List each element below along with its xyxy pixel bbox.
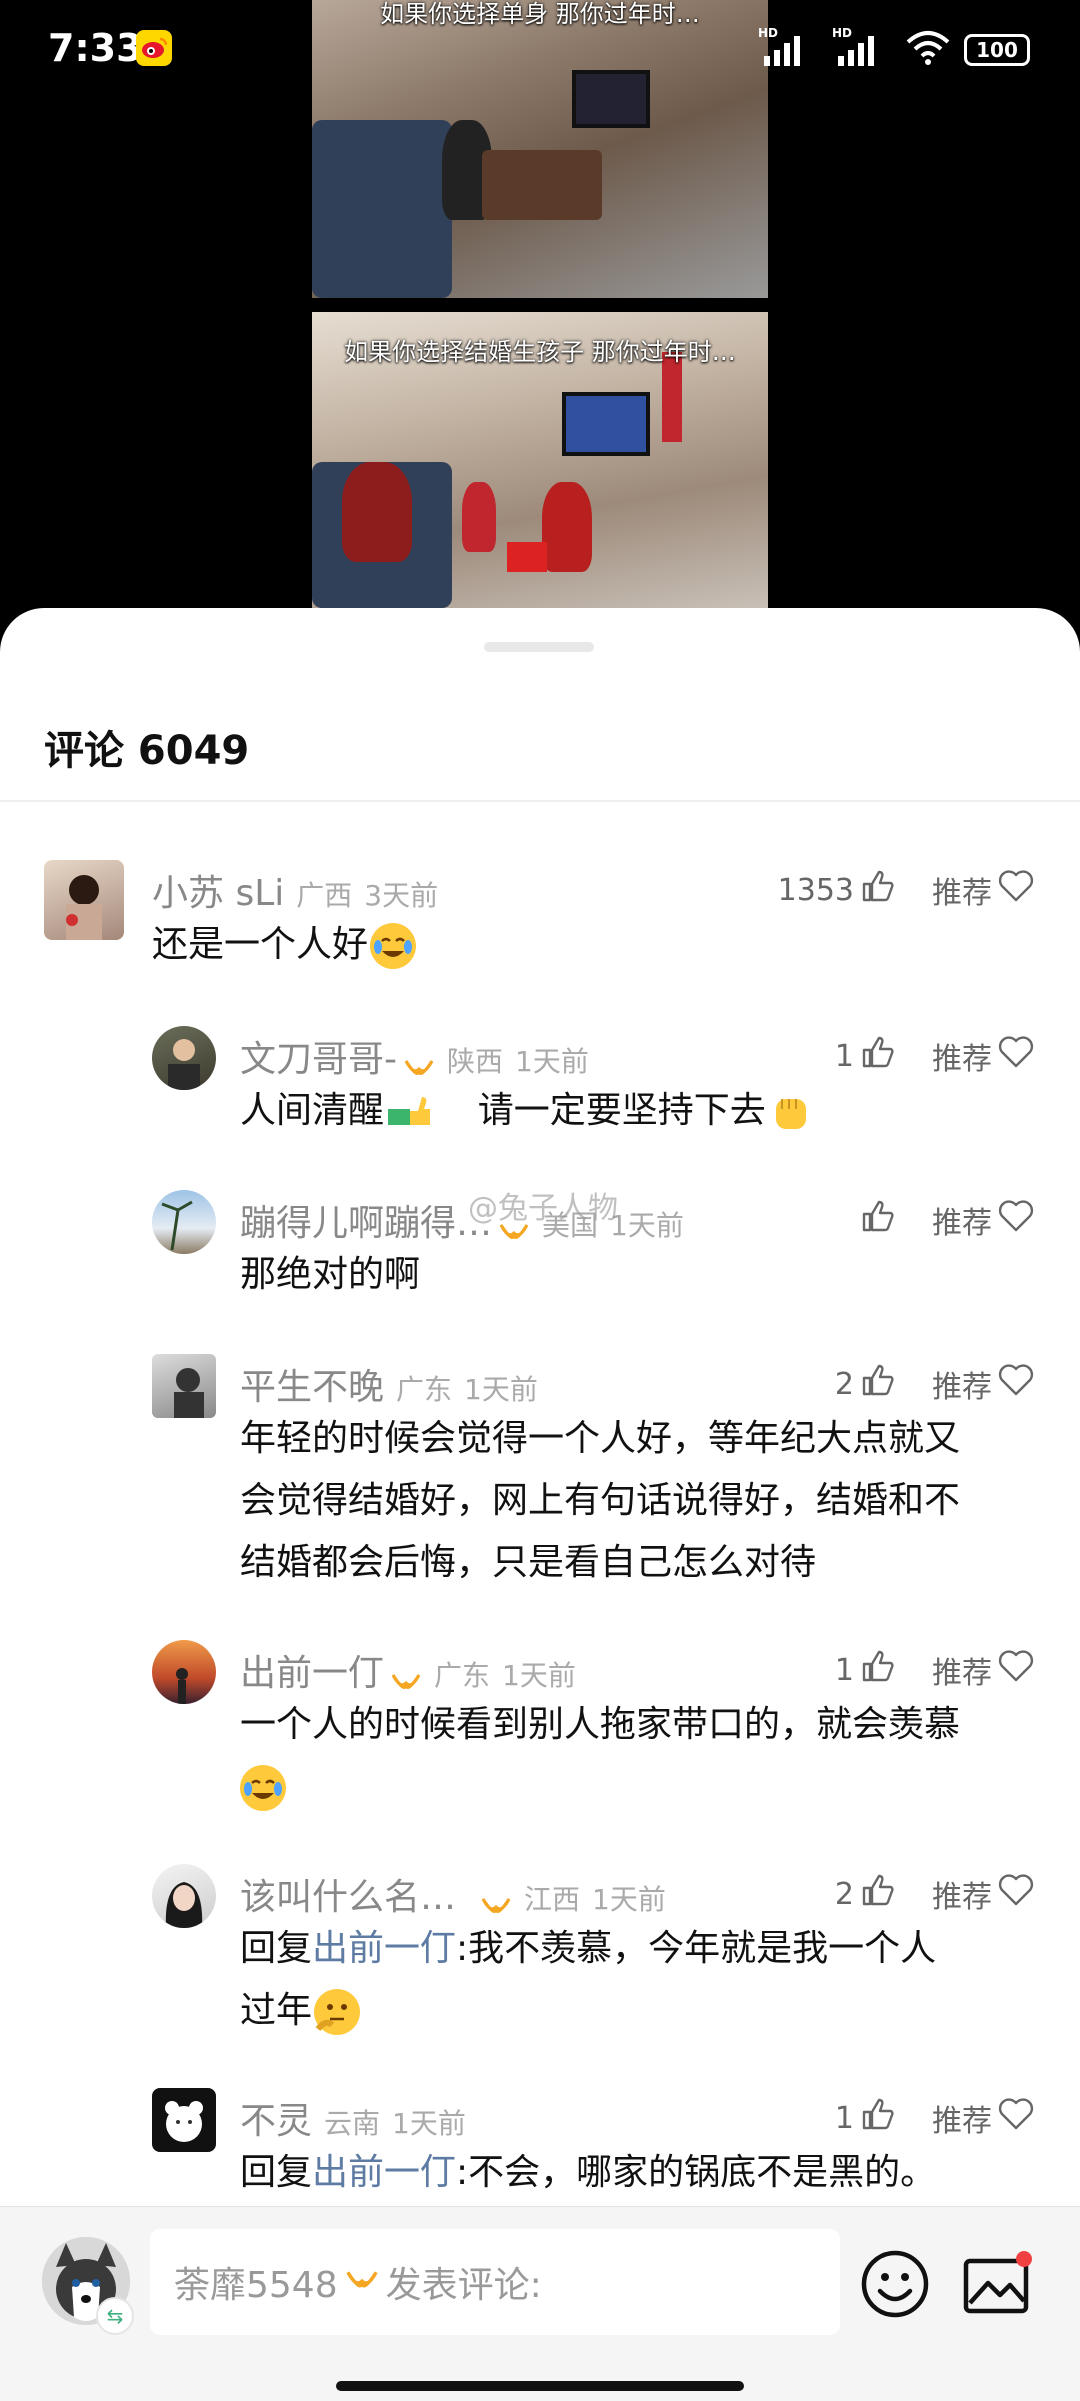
vip-badge-icon [403,1049,435,1075]
recommend-label[interactable]: 推荐 [932,1198,992,1242]
like-icon[interactable] [860,1198,896,1242]
recommend-label[interactable]: 推荐 [932,2096,992,2140]
sheet-drag-handle[interactable] [484,642,594,652]
heart-icon[interactable] [998,1035,1034,1077]
comment-username[interactable]: 出前一仃 广东 1天前 [240,1644,576,1696]
fist-emoji-icon [768,1089,814,1135]
heart-icon[interactable] [998,1363,1034,1405]
heart-icon[interactable] [998,2097,1034,2139]
heart-icon[interactable] [998,1199,1034,1241]
comment-actions: 1 推荐 [835,2096,1034,2140]
weibo-app-icon [136,30,172,66]
like-count: 1 [834,1652,854,1688]
cell-signal-1-icon: HD [758,26,818,70]
like-count: 1 [834,1038,854,1074]
watermark: @兔子人物 [468,1191,618,1226]
video-frame-married: 如果你选择结婚生孩子 那你过年时… [312,312,768,608]
comment-text: 还是一个人好 [152,914,1040,976]
heart-icon[interactable] [998,1649,1034,1691]
comment-text: 一个人的时候看到别人拖家带口的，就会羡慕 [240,1694,1040,1818]
comment-actions: 1 推荐 [835,1034,1034,1078]
recommend-label[interactable]: 推荐 [932,868,992,912]
comment-text: 回复出前一仃:不会，哪家的锅底不是黑的。 [240,2152,937,2193]
avatar[interactable] [152,1354,216,1418]
comment-actions: 1 推荐 [835,1648,1034,1692]
home-indicator[interactable] [336,2381,744,2391]
video-caption-bottom: 如果你选择结婚生孩子 那你过年时… [344,338,736,366]
comment-actions: 1353 推荐 [778,868,1034,912]
thumbs-up-money-emoji-icon [386,1089,432,1135]
avatar[interactable] [44,860,124,940]
crying-laughing-emoji-icon [370,923,417,969]
like-count: 2 [834,1876,854,1912]
like-icon[interactable] [860,1648,896,1692]
comment-text: 回复出前一仃:我不羡慕，今年就是我一个人 过年 [240,1918,1040,2042]
comment-actions: 2 推荐 [835,1872,1034,1916]
like-icon[interactable] [860,1872,896,1916]
like-count: 1 [834,2100,854,2136]
comment-text: 年轻的时候会觉得一个人好，等年纪大点就又 会觉得结婚好，网上有句话说得好，结婚和… [240,1418,961,1583]
heart-icon[interactable] [998,1873,1034,1915]
battery-indicator: 100 [964,34,1030,66]
recommend-label[interactable]: 推荐 [932,1034,992,1078]
divider [0,800,1080,802]
comment-username[interactable]: 该叫什么名… 江西 1天前 [240,1868,666,1920]
image-upload-icon[interactable] [962,2249,1036,2319]
comment-actions: 2 推荐 [835,1362,1034,1406]
emoji-picker-icon[interactable] [860,2249,930,2319]
comment-input-bar: ⇆ 荼靡5548 发表评论: [0,2206,1080,2401]
comment-username[interactable]: 文刀哥哥- 陕西 1天前 [240,1030,589,1082]
status-time: 7:33 [48,26,143,70]
reply-mention-link[interactable]: 出前一仃 [312,1928,456,1969]
heart-icon[interactable] [998,869,1034,911]
reply-mention-link[interactable]: 出前一仃 [312,2152,456,2193]
comment-username[interactable]: 平生不晚 广东 1天前 [240,1358,538,1410]
cell-signal-2-icon: HD [832,26,892,70]
like-icon[interactable] [860,1362,896,1406]
recommend-label[interactable]: 推荐 [932,1872,992,1916]
like-icon[interactable] [860,868,896,912]
comment-username[interactable]: 小苏 sLi 广西 3天前 [152,864,438,916]
avatar[interactable] [152,1640,216,1704]
avatar[interactable] [152,2088,216,2152]
avatar[interactable] [152,1864,216,1928]
input-username: 荼靡5548 [174,2265,338,2306]
input-placeholder: 发表评论: [385,2265,542,2306]
status-bar: 7:33 HD HD 100 [0,0,1080,100]
like-icon[interactable] [860,2096,896,2140]
comment-sheet: 评论 6049 小苏 sLi 广西 3天前 1353 推荐 还是一个人好 文刀哥哥-… [0,608,1080,2400]
like-count: 1353 [777,872,854,908]
comments-title: 评论 6049 [44,728,250,774]
comment-actions: 推荐 [860,1198,1034,1242]
vip-badge-icon [390,1663,422,1689]
comment-username[interactable]: 不灵 云南 1天前 [240,2092,466,2144]
recommend-label[interactable]: 推荐 [932,1362,992,1406]
vip-badge-icon [344,2262,380,2303]
switch-account-icon[interactable]: ⇆ [96,2297,134,2335]
wifi-icon [906,30,950,70]
comment-text: 那绝对的啊 [240,1254,421,1295]
recommend-label[interactable]: 推荐 [932,1648,992,1692]
like-icon[interactable] [860,1034,896,1078]
avatar[interactable] [152,1026,216,1090]
comment-text: 人间清醒 请一定要坚持下去 [240,1080,1040,1142]
avatar[interactable] [152,1190,216,1254]
thinking-emoji-icon [314,1989,361,2035]
like-count: 2 [834,1366,854,1402]
vip-badge-icon [480,1887,512,1913]
crying-laughing-emoji-icon [240,1765,286,1811]
comment-input[interactable]: 荼靡5548 发表评论: [150,2229,840,2335]
